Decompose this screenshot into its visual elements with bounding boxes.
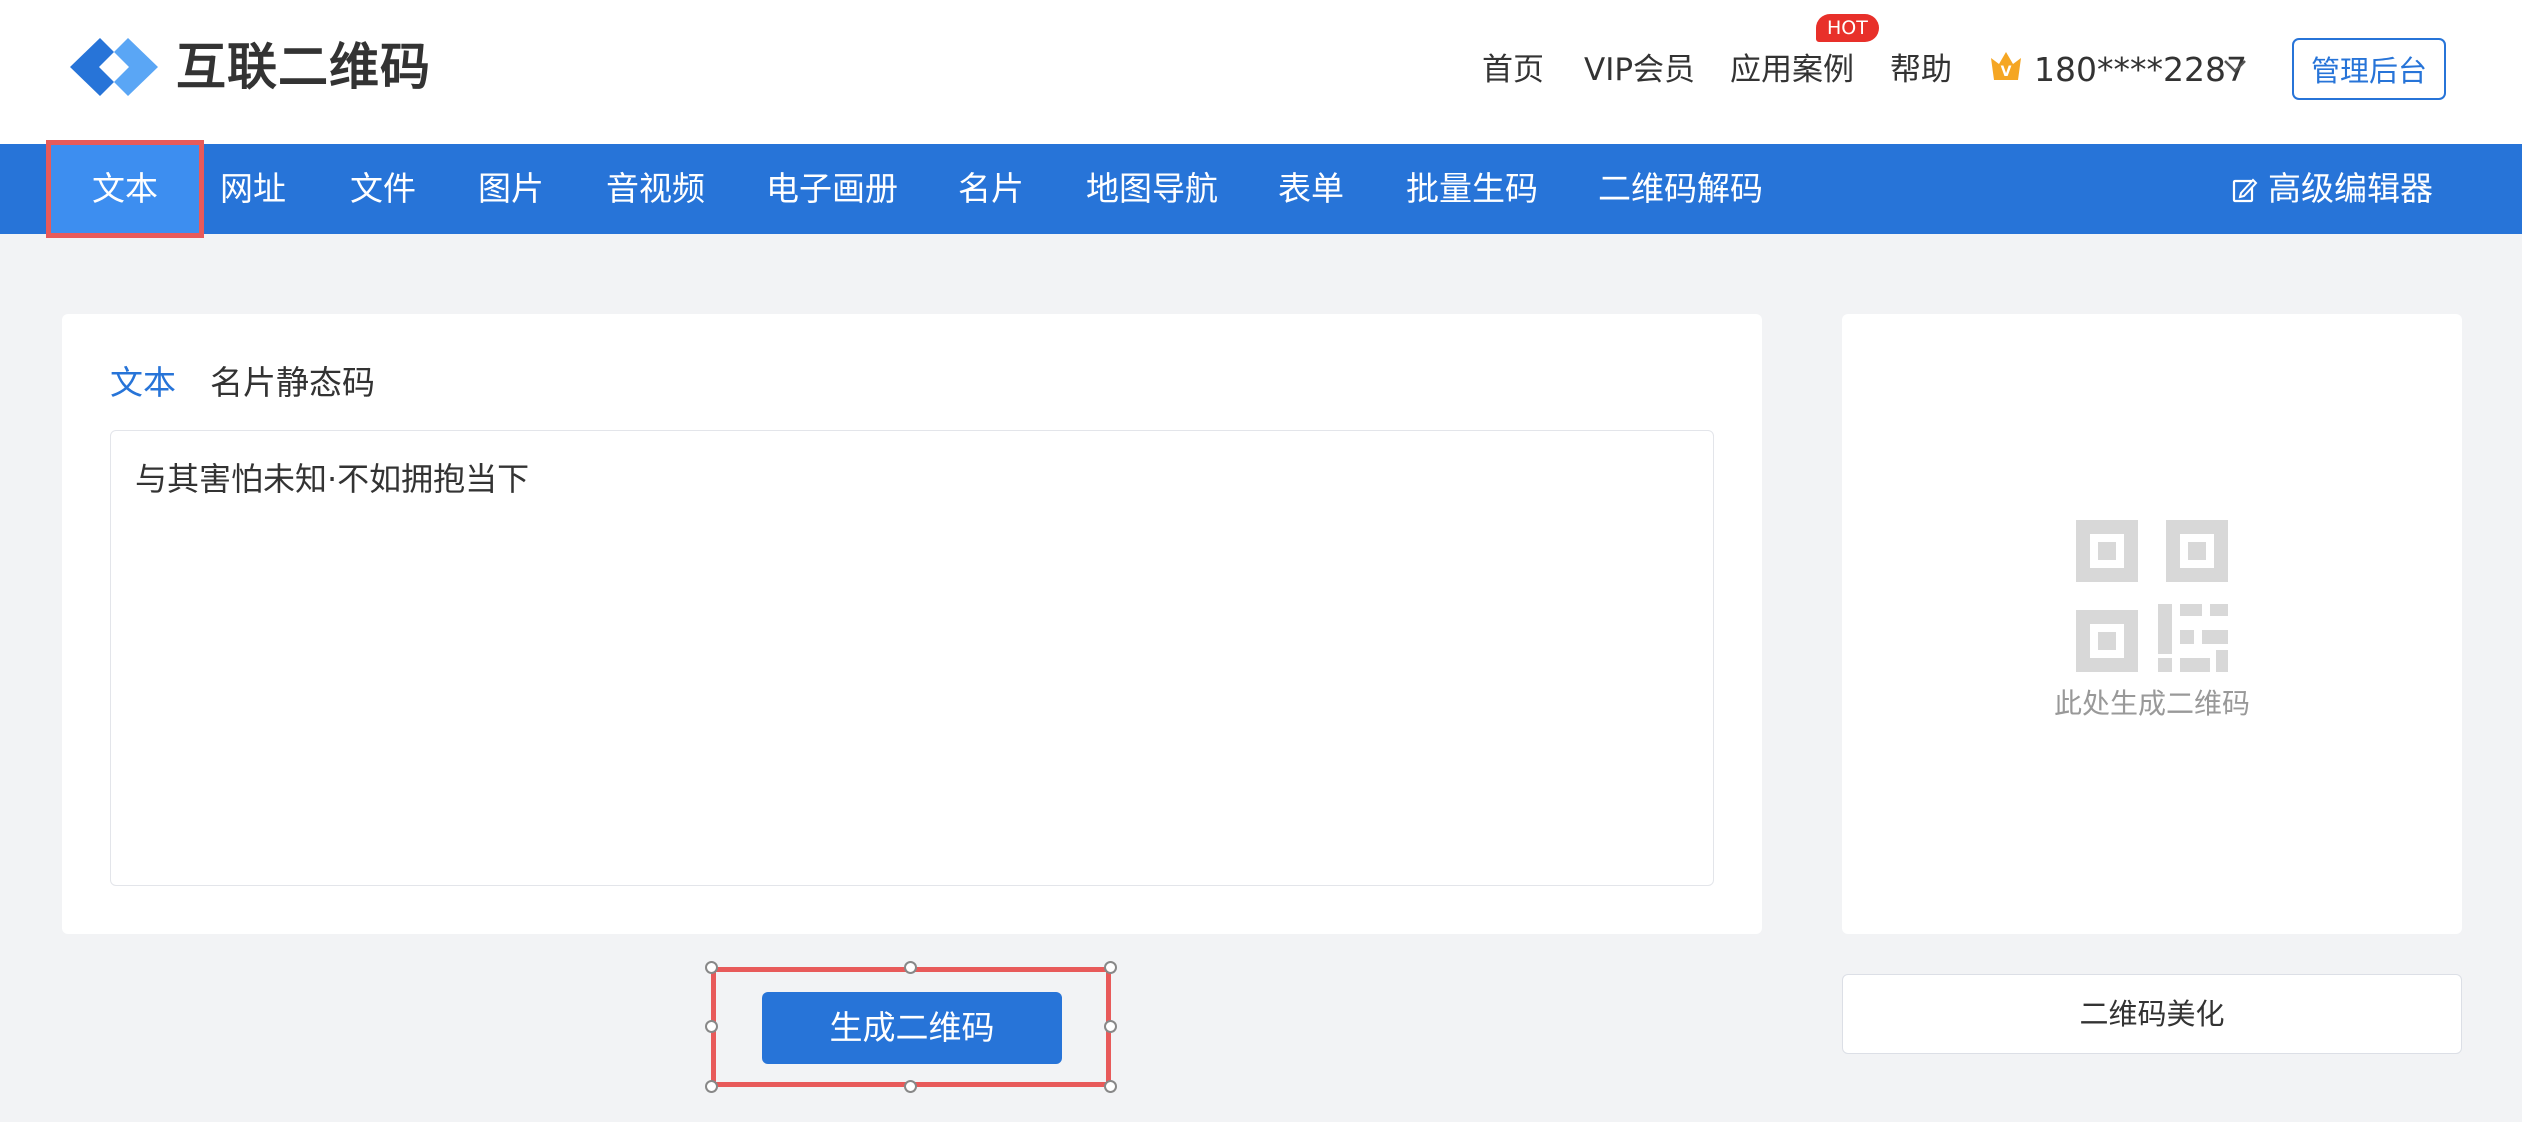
edit-icon[interactable] xyxy=(2232,176,2258,204)
qr-placeholder-text: 此处生成二维码 xyxy=(2053,687,2250,720)
nav-cases[interactable]: 应用案例 xyxy=(1730,46,1854,94)
category-navbar: 网址 文件 图片 音视频 电子画册 名片 地图导航 表单 批量生码 二维码解码 … xyxy=(0,144,2522,234)
tab-batch-generate[interactable]: 批量生码 xyxy=(1406,144,1538,234)
resize-handle[interactable] xyxy=(1104,961,1117,974)
vip-crown-icon: V xyxy=(1991,52,2021,80)
tab-image[interactable]: 图片 xyxy=(478,144,544,234)
nav-home[interactable]: 首页 xyxy=(1482,46,1544,94)
generate-qr-button[interactable]: 生成二维码 xyxy=(762,992,1062,1064)
admin-button[interactable]: 管理后台 xyxy=(2292,38,2446,100)
resize-handle[interactable] xyxy=(705,961,718,974)
svg-text:V: V xyxy=(2001,64,2012,80)
resize-handle[interactable] xyxy=(904,1080,917,1093)
resize-handle[interactable] xyxy=(705,1020,718,1033)
tab-text-label: 文本 xyxy=(92,169,158,208)
content-textarea[interactable]: 与其害怕未知·不如拥抱当下 xyxy=(110,430,1714,886)
top-header: 互联二维码 首页 VIP会员 应用案例 HOT 帮助 V 180****2287… xyxy=(0,0,2522,144)
user-account[interactable]: 180****2287 xyxy=(2034,46,2247,94)
qr-beautify-button[interactable]: 二维码美化 xyxy=(1842,974,2462,1054)
resize-handle[interactable] xyxy=(1104,1020,1117,1033)
brand-logo-icon[interactable] xyxy=(64,32,164,102)
brand-name[interactable]: 互联二维码 xyxy=(176,30,431,104)
tab-form[interactable]: 表单 xyxy=(1278,144,1344,234)
resize-handle[interactable] xyxy=(705,1080,718,1093)
subtab-text[interactable]: 文本 xyxy=(110,358,176,408)
nav-vip[interactable]: VIP会员 xyxy=(1584,46,1695,94)
qr-preview-panel: 此处生成二维码 xyxy=(1842,314,2462,934)
nav-help[interactable]: 帮助 xyxy=(1890,46,1952,94)
hot-badge: HOT xyxy=(1816,14,1879,42)
resize-handle[interactable] xyxy=(904,961,917,974)
resize-handle[interactable] xyxy=(1104,1080,1117,1093)
tab-business-card[interactable]: 名片 xyxy=(958,144,1024,234)
tab-url[interactable]: 网址 xyxy=(220,144,286,234)
tab-text[interactable]: 文本 xyxy=(46,140,204,238)
tab-audio-video[interactable]: 音视频 xyxy=(606,144,705,234)
tab-qr-decode[interactable]: 二维码解码 xyxy=(1598,144,1763,234)
advanced-editor-link[interactable]: 高级编辑器 xyxy=(2268,144,2433,234)
chevron-down-icon[interactable] xyxy=(2222,56,2248,76)
tab-ebook[interactable]: 电子画册 xyxy=(766,144,898,234)
tab-file[interactable]: 文件 xyxy=(350,144,416,234)
editor-card: 文本 名片静态码 与其害怕未知·不如拥抱当下 xyxy=(62,314,1762,934)
tab-map-navigation[interactable]: 地图导航 xyxy=(1086,144,1218,234)
qr-code-icon xyxy=(2076,520,2228,672)
subtab-business-card-static[interactable]: 名片静态码 xyxy=(210,358,375,408)
